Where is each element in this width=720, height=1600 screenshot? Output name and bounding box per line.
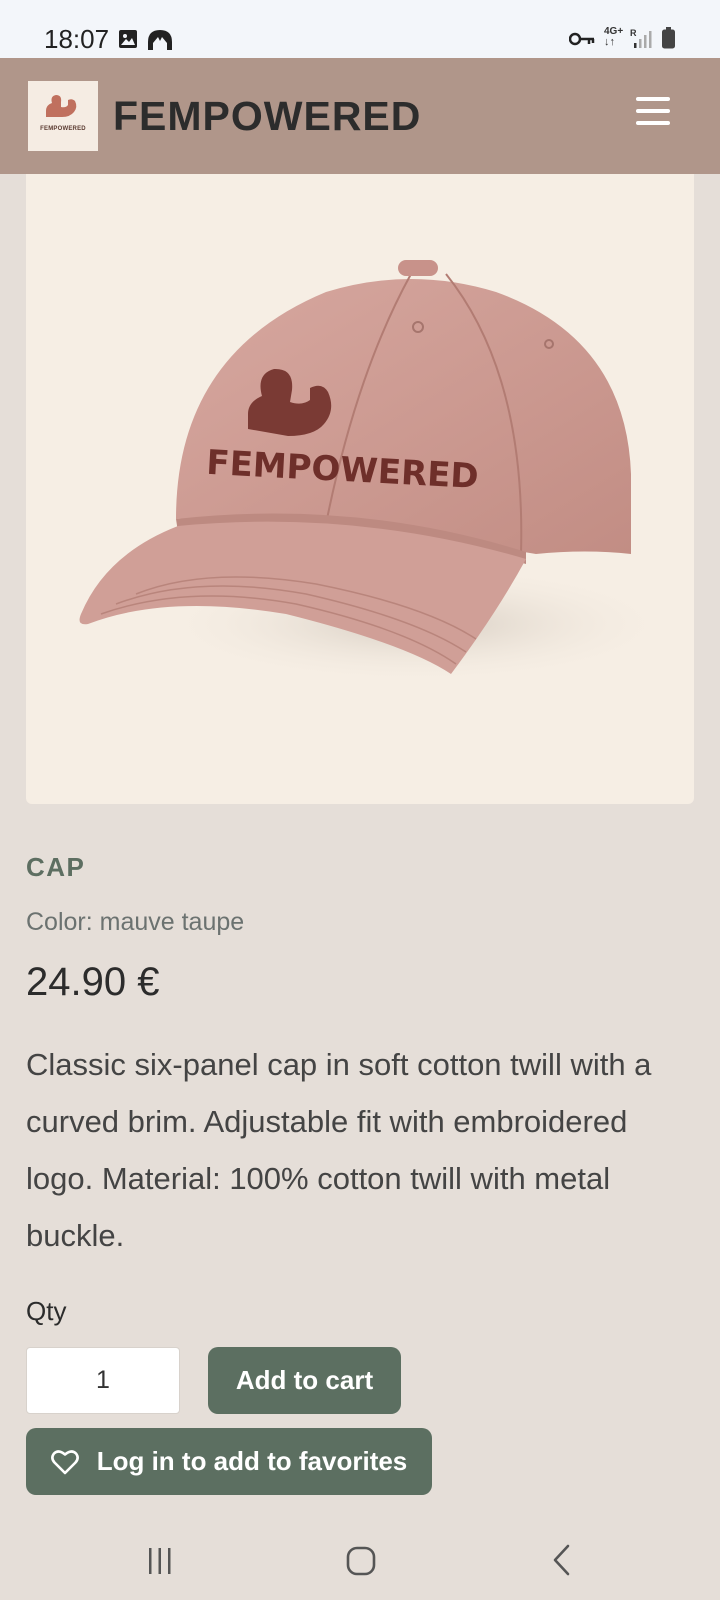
product-description: Classic six-panel cap in soft cotton twi…	[26, 1047, 652, 1253]
qty-input[interactable]	[26, 1347, 180, 1414]
home-icon[interactable]	[346, 1546, 376, 1576]
signal-icon: R	[630, 28, 652, 48]
roaming-label: R	[630, 28, 637, 38]
key-icon	[569, 32, 595, 46]
product-color: Color: mauve taupe	[26, 908, 245, 936]
status-time: 18:07	[44, 24, 110, 54]
back-icon[interactable]	[552, 1544, 572, 1576]
cap-illustration: FEMPOWERED	[79, 260, 676, 684]
product-image: FEMPOWERED	[26, 174, 694, 804]
qty-label: Qty	[26, 1296, 67, 1326]
gallery-icon	[119, 30, 137, 48]
status-bar: 18:07 4G+ ↓↑ R	[0, 0, 720, 58]
product-name: CAP	[26, 852, 86, 882]
battery-icon	[662, 27, 675, 49]
site-logo[interactable]: FEMPOWERED	[28, 81, 98, 151]
logo-figure-icon	[46, 95, 77, 117]
logo-text: FEMPOWERED	[40, 126, 86, 132]
favorites-label: Log in to add to favorites	[96, 1446, 408, 1476]
vpn-arch-icon	[148, 30, 172, 50]
hamburger-icon[interactable]	[636, 97, 670, 127]
add-to-cart-button[interactable]: Add to cart	[208, 1347, 401, 1414]
brand-name[interactable]: FEMPOWERED	[113, 93, 421, 140]
favorites-button[interactable]: Log in to add to favorites	[26, 1428, 432, 1495]
recent-apps-icon[interactable]	[148, 1548, 172, 1574]
network-arrows-icon: 4G+ ↓↑	[604, 26, 624, 48]
add-to-cart-label: Add to cart	[235, 1365, 374, 1395]
heart-icon	[50, 1449, 79, 1474]
product-price: 24.90 €	[26, 960, 160, 1004]
system-nav-bar	[0, 1530, 720, 1600]
site-header: FEMPOWERED FEMPOWERED	[0, 58, 720, 174]
